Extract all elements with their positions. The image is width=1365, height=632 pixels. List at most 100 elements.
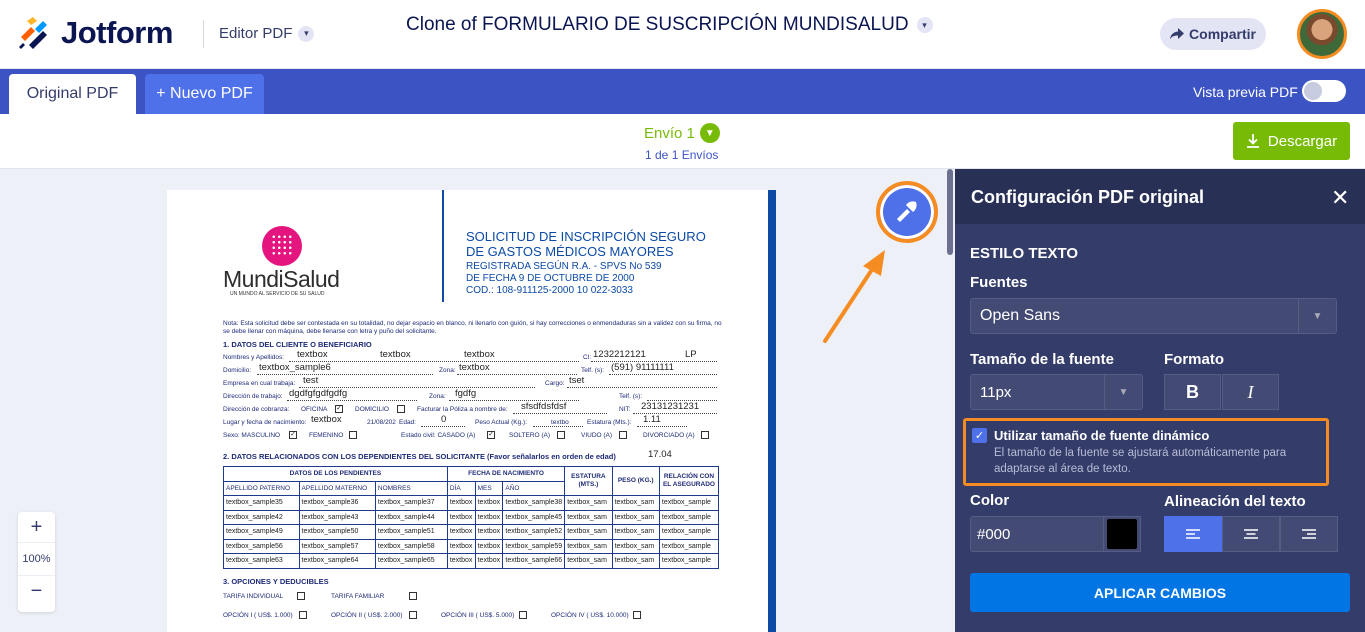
font-size-select[interactable]: 11px ▼	[970, 374, 1143, 410]
table-cell[interactable]: textbox_sample66	[502, 553, 566, 569]
table-cell[interactable]: textbox	[446, 495, 476, 511]
table-cell[interactable]: textbox_sample64	[298, 553, 376, 569]
zoom-in-button[interactable]: +	[18, 512, 55, 542]
field-value[interactable]: tset	[569, 375, 584, 386]
align-left-button[interactable]	[1164, 516, 1222, 552]
table-cell[interactable]: textbox	[474, 495, 504, 511]
italic-button[interactable]: I	[1222, 374, 1279, 410]
user-avatar[interactable]	[1297, 9, 1347, 59]
field-value[interactable]: 1232212121	[593, 349, 646, 360]
tab-original-pdf[interactable]: Original PDF	[9, 74, 136, 114]
checkbox-oficina[interactable]: ✓	[335, 405, 343, 413]
table-cell[interactable]: textbox_sample50	[298, 524, 376, 540]
table-cell[interactable]: textbox_sample36	[298, 495, 376, 511]
table-cell[interactable]: textbox_sample	[658, 553, 720, 569]
table-cell[interactable]: textbox_sam	[611, 553, 660, 569]
table-cell[interactable]: textbox	[474, 553, 504, 569]
table-cell[interactable]: textbox	[474, 538, 504, 554]
table-cell[interactable]: textbox_sam	[611, 524, 660, 540]
tab-new-pdf[interactable]: + Nuevo PDF	[145, 74, 264, 114]
table-cell[interactable]: textbox_sam	[611, 495, 660, 511]
form-title[interactable]: Clone of FORMULARIO DE SUSCRIPCIÓN MUNDI…	[406, 14, 933, 36]
table-cell[interactable]: textbox_sample63	[223, 553, 300, 569]
table-cell[interactable]: textbox_sam	[611, 538, 660, 554]
table-cell[interactable]: textbox_sample45	[502, 509, 566, 525]
zoom-out-button[interactable]: −	[18, 576, 55, 606]
checkbox-opcion-4[interactable]	[633, 611, 641, 619]
color-swatch[interactable]	[1103, 516, 1141, 552]
field-value[interactable]: 21/08/202	[367, 419, 396, 426]
checkbox-viudo[interactable]	[619, 431, 627, 439]
checkbox-opcion-1[interactable]	[299, 611, 307, 619]
table-cell[interactable]: textbox_sample49	[223, 524, 300, 540]
table-cell[interactable]: textbox_sam	[564, 495, 613, 511]
checkbox-opcion-3[interactable]	[519, 611, 527, 619]
preview-toggle[interactable]	[1302, 80, 1346, 102]
download-button[interactable]: Descargar	[1233, 122, 1350, 160]
table-cell[interactable]: textbox_sample56	[223, 538, 300, 554]
table-cell[interactable]: textbox_sample44	[374, 509, 448, 525]
field-value[interactable]: 1.11	[643, 414, 661, 425]
field-value[interactable]: LP	[685, 349, 697, 360]
table-cell[interactable]: textbox	[474, 524, 504, 540]
field-value[interactable]: 23131231231	[641, 401, 699, 412]
apply-changes-button[interactable]: APLICAR CAMBIOS	[970, 573, 1350, 612]
field-value[interactable]: textbox	[459, 362, 490, 373]
submission-selector[interactable]: Envío 1 ▼	[644, 123, 720, 143]
table-cell[interactable]: textbox	[446, 509, 476, 525]
table-cell[interactable]: textbox_sample	[658, 538, 720, 554]
field-value[interactable]: test	[303, 375, 318, 386]
field-value[interactable]: 17.04	[648, 449, 672, 460]
field-value[interactable]: 0	[441, 414, 446, 425]
checkbox-soltero[interactable]	[557, 431, 565, 439]
table-cell[interactable]: textbox_sample51	[374, 524, 448, 540]
align-center-button[interactable]	[1222, 516, 1280, 552]
font-select[interactable]: Open Sans ▼	[970, 298, 1337, 334]
table-cell[interactable]: textbox_sample65	[374, 553, 448, 569]
field-value[interactable]: textbox	[311, 414, 342, 425]
table-cell[interactable]: textbox_sample38	[502, 495, 566, 511]
checkbox-tarifa-individual[interactable]	[297, 592, 305, 600]
field-value[interactable]: (591) 91111111	[611, 362, 674, 373]
field-value[interactable]: dgdfgfgdfgdfg	[289, 388, 347, 399]
close-icon[interactable]: ✕	[1331, 185, 1349, 211]
table-cell[interactable]: textbox_sample42	[223, 509, 300, 525]
table-cell[interactable]: textbox_sample	[658, 509, 720, 525]
pdf-settings-button[interactable]	[876, 181, 938, 243]
canvas-scrollbar[interactable]	[947, 169, 953, 255]
bold-button[interactable]: B	[1164, 374, 1221, 410]
checkbox-divorciado[interactable]	[701, 431, 709, 439]
table-cell[interactable]: textbox_sample	[658, 495, 720, 511]
share-button[interactable]: Compartir	[1160, 18, 1266, 50]
table-cell[interactable]: textbox_sample58	[374, 538, 448, 554]
field-value[interactable]: textbox	[380, 349, 411, 360]
checkbox-masculino[interactable]: ✓	[289, 431, 297, 439]
table-cell[interactable]: textbox_sam	[564, 553, 613, 569]
jotform-logo[interactable]: Jotform	[17, 15, 173, 51]
checkbox-femenino[interactable]	[349, 431, 357, 439]
table-cell[interactable]: textbox_sample43	[298, 509, 376, 525]
field-value[interactable]: fgdfg	[455, 388, 476, 399]
table-cell[interactable]: textbox	[474, 509, 504, 525]
align-right-button[interactable]	[1280, 516, 1338, 552]
table-cell[interactable]: textbox_sample59	[502, 538, 566, 554]
dynamic-size-checkbox[interactable]: ✓	[972, 428, 987, 443]
field-value[interactable]: textbox	[464, 349, 495, 360]
table-cell[interactable]: textbox_sam	[564, 524, 613, 540]
table-cell[interactable]: textbox	[446, 524, 476, 540]
table-cell[interactable]: textbox_sample52	[502, 524, 566, 540]
editor-dropdown[interactable]: Editor PDF ▾	[219, 25, 315, 42]
checkbox-opcion-2[interactable]	[409, 611, 417, 619]
checkbox-tarifa-familiar[interactable]	[409, 592, 417, 600]
table-cell[interactable]: textbox_sample57	[298, 538, 376, 554]
table-cell[interactable]: textbox_sample35	[223, 495, 300, 511]
table-cell[interactable]: textbox_sam	[564, 538, 613, 554]
table-cell[interactable]: textbox_sam	[564, 509, 613, 525]
field-value[interactable]: textbox	[297, 349, 328, 360]
checkbox-domicilio[interactable]	[397, 405, 405, 413]
field-value[interactable]: textbo	[551, 419, 569, 426]
field-value[interactable]: textbox_sample6	[259, 362, 331, 373]
table-cell[interactable]: textbox_sam	[611, 509, 660, 525]
table-cell[interactable]: textbox	[446, 538, 476, 554]
table-cell[interactable]: textbox_sample37	[374, 495, 448, 511]
